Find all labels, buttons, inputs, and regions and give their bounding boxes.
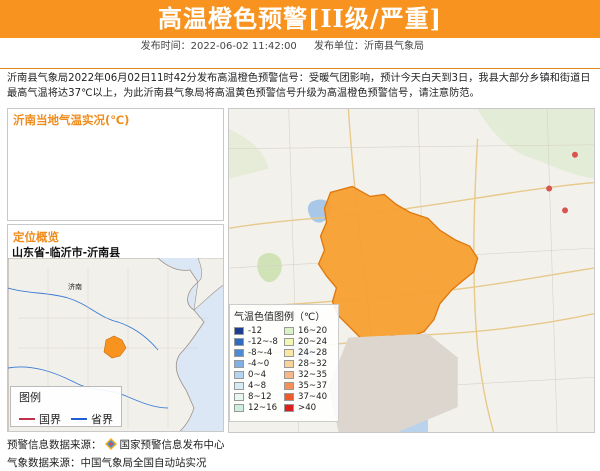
legend-color-swatch <box>284 404 294 412</box>
legend-range-label: 8~12 <box>248 392 272 402</box>
alert-title: 高温橙色预警[II级/严重] <box>0 0 600 38</box>
temperature-legend-item: 8~12 <box>234 392 284 402</box>
legend-color-swatch <box>234 382 244 390</box>
warning-source-name[interactable]: 国家预警信息发布中心 <box>120 439 225 451</box>
temperature-legend-item: 0~4 <box>234 370 284 380</box>
map-label-jinan: 济南 <box>68 282 82 291</box>
temperature-legend-item: 24~28 <box>284 348 336 358</box>
legend-range-label: 32~35 <box>298 370 328 380</box>
national-boundary-label: 国界 <box>39 413 61 426</box>
legend-color-swatch <box>284 327 294 335</box>
temperature-legend-item: 28~32 <box>284 359 336 369</box>
legend-color-swatch <box>284 360 294 368</box>
warning-source-line: 预警信息数据来源： 国家预警信息发布中心 <box>7 437 225 452</box>
legend-range-label: 4~8 <box>248 381 267 391</box>
legend-range-label: -12~-8 <box>248 337 278 347</box>
legend-color-swatch <box>234 371 244 379</box>
legend-range-label: 28~32 <box>298 359 328 369</box>
temperature-legend-item: 20~24 <box>284 337 336 347</box>
legend-color-swatch <box>234 404 244 412</box>
temperature-legend-item: 35~37 <box>284 381 336 391</box>
temperature-legend-item: 12~16 <box>234 403 284 413</box>
legend-range-label: 0~4 <box>248 370 267 380</box>
temperature-legend-item: -12~-8 <box>234 337 284 347</box>
weather-source-label: 气象数据来源： <box>7 457 81 469</box>
overview-map-legend: 图例 国界 省界 <box>10 386 122 427</box>
legend-province-boundary: 省界 <box>71 411 113 427</box>
legend-color-swatch <box>284 371 294 379</box>
temperature-legend: 气温色值图例（℃） -12 16~20 -12~-8 20~24 -8~-4 24~28-… <box>229 304 339 422</box>
province-boundary-label: 省界 <box>91 413 113 426</box>
legend-range-label: 37~40 <box>298 392 328 402</box>
temperature-panel: 沂南当地气温实况(℃) <box>7 108 224 221</box>
temperature-legend-title: 气温色值图例（℃） <box>234 312 326 323</box>
weather-source-line: 气象数据来源：中国气象局全国自动站实况 <box>7 455 207 470</box>
issue-time: 发布时间：2022-06-02 11:42:00 <box>140 41 297 52</box>
province-boundary-swatch <box>71 418 87 420</box>
temperature-legend-grid: -12 16~20 -12~-8 20~24 -8~-4 24~28 -4~0 28~32 0~… <box>234 326 334 413</box>
temperature-legend-item: -4~0 <box>234 359 284 369</box>
legend-color-swatch <box>284 382 294 390</box>
legend-color-swatch <box>234 338 244 346</box>
overview-legend-title: 图例 <box>19 391 41 404</box>
temperature-legend-item: >40 <box>284 403 336 413</box>
national-warning-logo-icon <box>104 438 117 450</box>
legend-range-label: 24~28 <box>298 348 328 358</box>
temperature-legend-item: 4~8 <box>234 381 284 391</box>
temperature-legend-item: -8~-4 <box>234 348 284 358</box>
legend-color-swatch <box>284 349 294 357</box>
warning-source-label: 预警信息数据来源： <box>7 439 102 451</box>
legend-range-label: -8~-4 <box>248 348 273 358</box>
legend-national-boundary: 国界 <box>19 411 61 427</box>
temperature-legend-item: 16~20 <box>284 326 336 336</box>
temperature-legend-item: 37~40 <box>284 392 336 402</box>
legend-range-label: -4~0 <box>248 359 270 369</box>
temperature-panel-title: 沂南当地气温实况(℃) <box>13 113 130 127</box>
alert-meta: 发布时间：2022-06-02 11:42:00 发布单位：沂南县气象局 <box>0 38 600 69</box>
weather-source-name: 中国气象局全国自动站实况 <box>80 457 207 469</box>
legend-range-label: >40 <box>298 403 317 413</box>
national-boundary-swatch <box>19 418 35 420</box>
legend-color-swatch <box>234 393 244 401</box>
legend-color-swatch <box>234 349 244 357</box>
location-panel: 定位概览 山东省-临沂市-沂南县 济南 图例 国界 省界 <box>7 224 224 432</box>
issuer: 发布单位：沂南县气象局 <box>314 41 424 52</box>
legend-range-label: 16~20 <box>298 326 328 336</box>
legend-color-swatch <box>284 393 294 401</box>
legend-range-label: 20~24 <box>298 337 328 347</box>
alert-notice-text: 沂南县气象局2022年06月02日11时42分发布高温橙色预警信号：受暖气团影响… <box>7 73 591 99</box>
legend-range-label: 12~16 <box>248 403 278 413</box>
legend-range-label: -12 <box>248 326 263 336</box>
temperature-legend-item: -12 <box>234 326 284 336</box>
legend-color-swatch <box>284 338 294 346</box>
location-panel-title: 定位概览 <box>13 230 59 244</box>
legend-color-swatch <box>234 360 244 368</box>
temperature-legend-item: 32~35 <box>284 370 336 380</box>
legend-range-label: 35~37 <box>298 381 328 391</box>
legend-color-swatch <box>234 327 244 335</box>
